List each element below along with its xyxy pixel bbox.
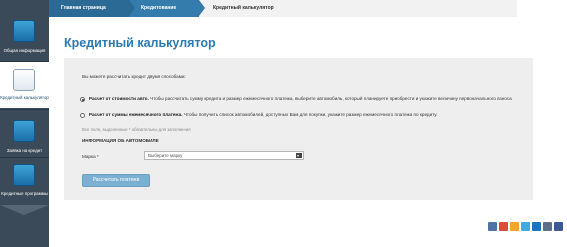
vk-icon[interactable]: [488, 222, 497, 231]
radio-by-monthly-payment[interactable]: [80, 113, 85, 118]
breadcrumb: Главная страница Кредитование Кредитный …: [49, 0, 517, 17]
sidebar-item-credit-calculator[interactable]: Кредитный калькулятор: [0, 62, 49, 108]
sidebar-item-label: Общая информация: [3, 48, 46, 53]
chevron-down-icon[interactable]: [296, 153, 302, 158]
breadcrumb-item-current: Кредитный калькулятор: [199, 0, 517, 17]
application-icon: [13, 120, 35, 142]
brand-label: Марка *: [82, 154, 99, 159]
intro-text: Вы можете рассчитать кредит двумя способ…: [82, 74, 186, 79]
breadcrumb-label: Кредитование: [141, 5, 177, 11]
google-icon[interactable]: [499, 222, 508, 231]
sidebar-arrow: [0, 205, 49, 215]
info-icon: [13, 20, 35, 42]
option-by-car-price-title: Расчет от стоимости авто.: [89, 96, 149, 101]
sidebar-item-label: Кредитный калькулятор: [0, 95, 49, 100]
option-by-car-price[interactable]: Расчет от стоимости авто. Чтобы рассчита…: [80, 96, 520, 103]
document-icon: [13, 164, 35, 186]
mail-icon[interactable]: [510, 222, 519, 231]
breadcrumb-label: Кредитный калькулятор: [213, 5, 274, 11]
brand-select[interactable]: Выберите марку: [144, 151, 304, 160]
sidebar-item-credit-application[interactable]: Заявка на кредит: [0, 110, 49, 156]
option-by-monthly-payment[interactable]: Расчет от суммы ежемесячного платежа. Чт…: [80, 112, 520, 119]
radio-by-car-price[interactable]: [80, 97, 85, 102]
breadcrumb-label: Главная страница: [61, 5, 106, 11]
breadcrumb-separator: [199, 0, 205, 16]
sidebar-item-credit-programs[interactable]: Кредитные программы: [0, 158, 49, 204]
option-by-car-price-description: Чтобы рассчитать сумму кредита и размер …: [148, 96, 512, 101]
option-by-monthly-payment-description: Чтобы получить список автомобилей, досту…: [182, 112, 438, 117]
option-by-monthly-payment-title: Расчет от суммы ежемесячного платежа.: [89, 112, 183, 117]
odnoklassniki-icon[interactable]: [543, 222, 552, 231]
page-title: Кредитный калькулятор: [64, 36, 216, 50]
section-title: ИНФОРМАЦИЯ ОБ АВТОМОБИЛЕ: [82, 138, 159, 143]
calculator-panel: Вы можете рассчитать кредит двумя способ…: [64, 58, 533, 200]
facebook-icon[interactable]: [554, 222, 563, 231]
calculator-icon: [13, 69, 35, 91]
sidebar-item-general-info[interactable]: Общая информация: [0, 0, 49, 60]
required-fields-note: Все поля, выделенные * обязательны для з…: [82, 127, 191, 132]
twitter-icon[interactable]: [521, 222, 530, 231]
brand-select-value: Выберите марку: [148, 153, 183, 158]
sidebar: Общая информация Кредитный калькулятор З…: [0, 0, 49, 247]
breadcrumb-separator: [129, 0, 135, 16]
sidebar-item-label: Заявка на кредит: [6, 148, 43, 153]
social-share: [488, 222, 563, 231]
option-by-car-price-text: Расчет от стоимости авто. Чтобы рассчита…: [89, 96, 520, 103]
breadcrumb-item-home[interactable]: Главная страница: [49, 0, 135, 17]
option-by-monthly-payment-text: Расчет от суммы ежемесячного платежа. Чт…: [89, 112, 520, 119]
sidebar-item-label: Кредитные программы: [1, 191, 48, 196]
livejournal-icon[interactable]: [532, 222, 541, 231]
breadcrumb-item-crediting[interactable]: Кредитование: [129, 0, 205, 17]
calculate-button[interactable]: Рассчитать платежи: [82, 174, 150, 187]
